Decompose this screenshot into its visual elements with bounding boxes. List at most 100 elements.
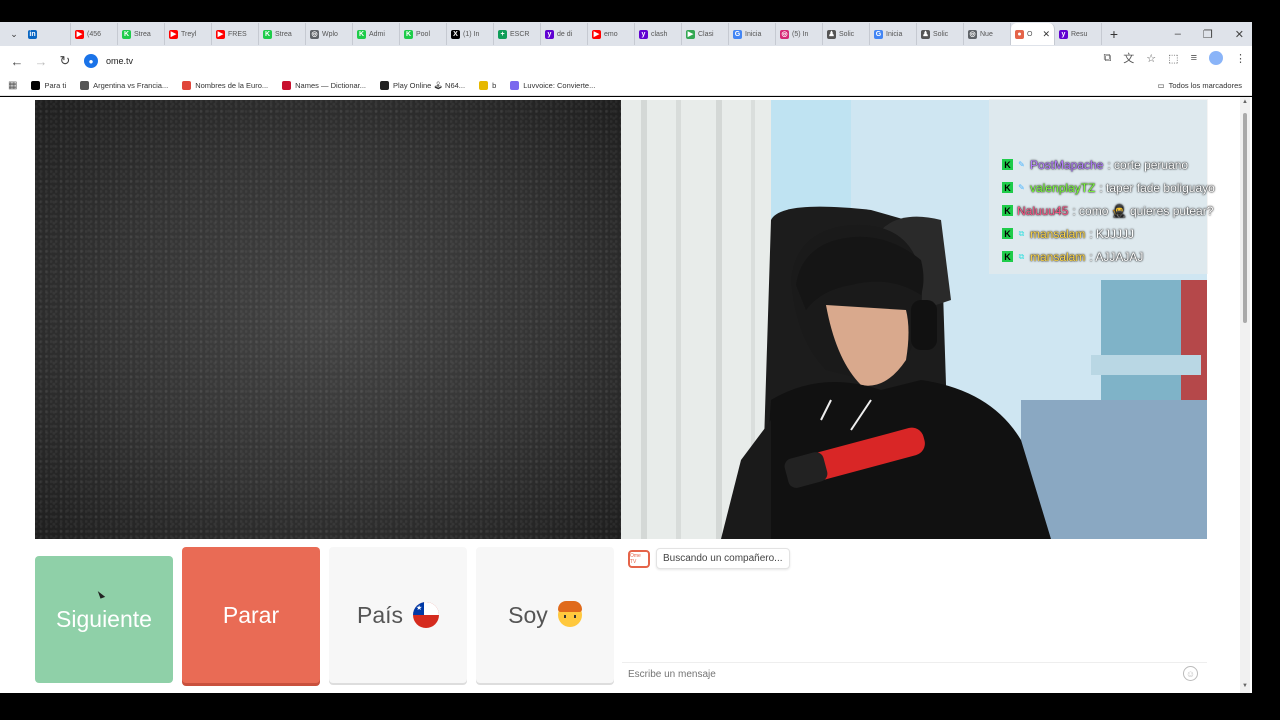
browser-tab-label: Inicia bbox=[745, 30, 762, 38]
browser-tab[interactable]: X (1) In bbox=[447, 23, 494, 45]
browser-tab-label: Treyl bbox=[181, 30, 197, 38]
apps-icon[interactable]: ▦ bbox=[8, 80, 17, 91]
bookmark-label: Names — Dictionar... bbox=[295, 81, 366, 90]
browser-tab-label: Clasi bbox=[698, 30, 714, 38]
site-info-icon[interactable]: ● bbox=[84, 54, 98, 68]
address-bar[interactable]: ● ome.tv bbox=[84, 50, 1084, 72]
minimize-icon[interactable]: – bbox=[1175, 28, 1181, 40]
media-icon[interactable]: ≡ bbox=[1191, 52, 1197, 64]
bookmark-label: Nombres de la Euro... bbox=[195, 81, 269, 90]
browser-tab[interactable]: ♟ Solic bbox=[823, 23, 870, 45]
sheets-icon: + bbox=[498, 29, 507, 39]
browser-tab[interactable]: ◎ (5) In bbox=[776, 23, 823, 45]
browser-tab-label: Solic bbox=[933, 30, 949, 38]
browser-tab-label: Solic bbox=[839, 30, 855, 38]
translate-icon[interactable]: 文 bbox=[1123, 50, 1134, 66]
stop-button[interactable]: Parar bbox=[182, 547, 320, 683]
back-icon[interactable]: ← bbox=[6, 50, 28, 72]
message-input[interactable] bbox=[622, 662, 1207, 686]
next-button[interactable]: Siguiente bbox=[35, 556, 173, 683]
browser-tab[interactable]: K Strea bbox=[259, 23, 306, 45]
bookmark-item[interactable]: Luvvoice: Convierte... bbox=[510, 81, 595, 90]
bookmark-item[interactable]: Names — Dictionar... bbox=[282, 81, 366, 90]
chat-text: : corte peruano bbox=[1107, 157, 1189, 172]
browser-tab-label: Nue bbox=[980, 30, 993, 38]
google-icon: G bbox=[733, 29, 742, 39]
browser-tab[interactable]: ◎ Wplo bbox=[306, 23, 353, 45]
stream-chat-messages: K ✎ PostMapache: corte peruano K ✎ valenplayT… bbox=[1002, 153, 1242, 268]
emoji-icon[interactable]: ☺ bbox=[1183, 666, 1198, 681]
browser-tab[interactable]: ◎ Nue bbox=[964, 23, 1011, 45]
chat-username: mansalam bbox=[1030, 226, 1086, 241]
tab-search-icon[interactable]: ⌄ bbox=[4, 24, 24, 44]
browser-tab[interactable]: y Resu bbox=[1055, 23, 1102, 45]
address-url[interactable]: ome.tv bbox=[106, 56, 133, 66]
bookmark-label: Luvvoice: Convierte... bbox=[523, 81, 596, 90]
globe-icon: ◎ bbox=[310, 29, 319, 39]
close-window-icon[interactable]: ✕ bbox=[1235, 28, 1244, 41]
reload-icon[interactable]: ↻ bbox=[54, 50, 76, 72]
kick-badge-icon: K bbox=[1002, 159, 1013, 170]
browser-tab[interactable]: y de di bbox=[541, 23, 588, 45]
browser-tab[interactable]: in bbox=[24, 23, 71, 45]
bookmark-item[interactable]: Play Online 🕹 N64... bbox=[380, 81, 465, 90]
user-badge-icon: ✎ bbox=[1018, 183, 1025, 192]
profile-avatar[interactable] bbox=[1209, 51, 1223, 65]
search-status: Ome TV Buscando un compañero... bbox=[628, 548, 790, 569]
country-select-button[interactable]: País ★ bbox=[329, 547, 467, 683]
page-scrollbar[interactable]: ▲ ▼ bbox=[1240, 97, 1250, 693]
browser-tab[interactable]: ♟ Solic bbox=[917, 23, 964, 45]
steam-icon: ♟ bbox=[921, 29, 930, 39]
browser-toolbar: ← → ↻ ● ome.tv ⧉ 文 ☆ ⬚ ≡ ⋮ bbox=[0, 46, 1252, 76]
menu-icon[interactable]: ⋮ bbox=[1235, 52, 1246, 65]
bookmark-list: Para ti Argentina vs Francia... Nombres de… bbox=[31, 81, 609, 90]
forward-icon[interactable]: → bbox=[30, 50, 52, 72]
bookmark-item[interactable]: b bbox=[479, 81, 496, 90]
status-message: Buscando un compañero... bbox=[656, 548, 790, 569]
browser-tab[interactable]: ▶ FRES bbox=[212, 23, 259, 45]
browser-tab-label: Pool bbox=[416, 30, 431, 38]
kick-badge-icon: K bbox=[1002, 182, 1013, 193]
extensions-icon[interactable]: ⬚ bbox=[1168, 52, 1178, 65]
browser-tab[interactable]: ▶ Treyl bbox=[165, 23, 212, 45]
gender-select-button[interactable]: Soy bbox=[476, 547, 614, 683]
ometv-logo-icon: Ome TV bbox=[628, 549, 650, 568]
browser-tab-label: (456 bbox=[87, 30, 102, 38]
bookmark-star-icon[interactable]: ☆ bbox=[1146, 52, 1156, 65]
browser-tab[interactable]: ● O ✕ bbox=[1011, 23, 1055, 45]
chat-message: K Naluuu45: como 🥷 quieres putear? bbox=[1002, 199, 1242, 222]
browser-tab-label: Strea bbox=[275, 30, 292, 38]
tab-strip: ⌄ in ▶ (456 K Strea ▶ Treyl ▶ FRES K Strea ◎ Wplo K Ad… bbox=[0, 22, 1252, 46]
bookmark-item[interactable]: Para ti bbox=[31, 81, 66, 90]
cast-icon[interactable]: ⧉ bbox=[1103, 52, 1111, 65]
browser-tab[interactable]: K Admi bbox=[353, 23, 400, 45]
all-bookmarks[interactable]: ▭ Todos los marcadores bbox=[1158, 81, 1242, 90]
browser-tab[interactable]: ▶ emo bbox=[588, 23, 635, 45]
browser-tab-label: clash bbox=[651, 30, 668, 38]
user-badge-icon: ⧉ bbox=[1018, 251, 1025, 261]
youtube-icon: ▶ bbox=[169, 29, 178, 39]
bookmark-item[interactable]: Nombres de la Euro... bbox=[182, 81, 268, 90]
scroll-up-icon[interactable]: ▲ bbox=[1241, 99, 1249, 107]
browser-tab[interactable]: ▶ Clasi bbox=[682, 23, 729, 45]
browser-tab[interactable]: G Inicia bbox=[729, 23, 776, 45]
browser-tab[interactable]: G Inicia bbox=[870, 23, 917, 45]
browser-tab[interactable]: K Pool bbox=[400, 23, 447, 45]
chat-text: : AJJAJAJ bbox=[1089, 249, 1144, 264]
browser-tab[interactable]: K Strea bbox=[118, 23, 165, 45]
browser-tab[interactable]: ▶ (456 bbox=[71, 23, 118, 45]
chat-username: PostMapache bbox=[1030, 157, 1104, 172]
next-button-label: Siguiente bbox=[56, 606, 152, 632]
yahoo-icon: y bbox=[639, 29, 648, 39]
kick-icon: K bbox=[404, 29, 413, 39]
new-tab-button[interactable]: + bbox=[1102, 26, 1126, 42]
browser-tab[interactable]: + ESCR bbox=[494, 23, 541, 45]
bookmark-item[interactable]: Argentina vs Francia... bbox=[80, 81, 168, 90]
scroll-down-icon[interactable]: ▼ bbox=[1241, 683, 1249, 691]
browser-tab[interactable]: y clash bbox=[635, 23, 682, 45]
bookmark-label: b bbox=[492, 81, 497, 90]
bookmark-label: Argentina vs Francia... bbox=[93, 81, 169, 90]
maximize-icon[interactable]: ❐ bbox=[1203, 28, 1213, 41]
close-tab-icon[interactable]: ✕ bbox=[1042, 29, 1050, 40]
scroll-thumb[interactable] bbox=[1243, 113, 1247, 323]
